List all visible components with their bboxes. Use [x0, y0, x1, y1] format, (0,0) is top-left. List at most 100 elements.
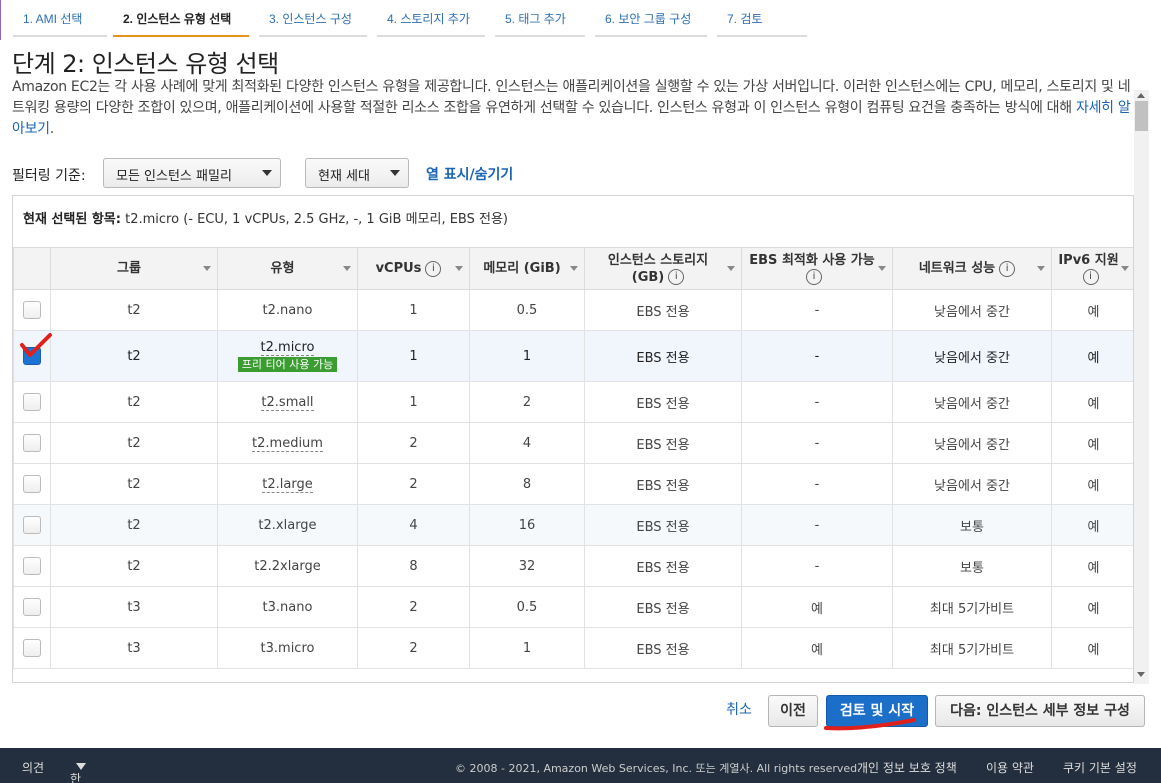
next-configure-button[interactable]: 다음: 인스턴스 세부 정보 구성 — [935, 695, 1145, 727]
cell-vcpus: 8 — [357, 545, 470, 587]
privacy-link[interactable]: 개인 정보 보호 정책 — [857, 759, 957, 776]
cell-ebs: - — [741, 545, 893, 587]
header-ipv6[interactable]: IPv6 지원i — [1051, 247, 1133, 290]
cancel-button[interactable]: 취소 — [718, 695, 760, 727]
cell-type: t2.large — [217, 463, 358, 505]
cell-ipv6-value: 예 — [1087, 601, 1100, 617]
previous-button[interactable]: 이전 — [768, 695, 818, 727]
cell-ebs-value: - — [814, 558, 820, 574]
table-row[interactable]: t3 t3.micro 2 1 EBS 전용 예 최대 5기가비트 예 — [13, 627, 1133, 669]
cell-ipv6: 예 — [1051, 545, 1133, 587]
cell-type: t2.small — [217, 381, 358, 423]
copyright-text: © 2008 - 2021, Amazon Web Services, Inc.… — [455, 762, 861, 775]
row-checkbox-cell[interactable] — [13, 463, 51, 505]
cell-ipv6: 예 — [1051, 330, 1133, 382]
wizard-step-ami[interactable]: 1. AMI 선택 — [13, 11, 107, 37]
wizard-step-configure[interactable]: 3. 인스턴스 구성 — [259, 11, 367, 37]
cell-memory-value: 4 — [522, 435, 532, 451]
cell-ebs-value: 예 — [811, 642, 823, 658]
cell-vcpus-value: 2 — [409, 640, 418, 656]
header-network-label: 네트워크 성능 — [918, 261, 996, 276]
table-row[interactable]: t2 t2.micro 프리 티어 사용 가능 1 1 EBS 전용 - 낮음에서 중간 예 — [13, 330, 1133, 382]
header-storage[interactable]: 인스턴스 스토리지 (GB) i — [584, 247, 742, 290]
table-row[interactable]: t2 t2.small 1 2 EBS 전용 - 낮음에서 중간 예 — [13, 381, 1133, 423]
wizard-step-review[interactable]: 7. 검토 — [717, 11, 807, 37]
header-storage-label: 인스턴스 스토리지 (GB) — [607, 252, 709, 285]
row-checkbox[interactable] — [23, 516, 41, 534]
table-row[interactable]: t2 t2.large 2 8 EBS 전용 - 낮음에서 중간 예 — [13, 463, 1133, 505]
info-icon[interactable]: i — [1082, 269, 1099, 285]
table-row[interactable]: t2 t2.nano 1 0.5 EBS 전용 - 낮음에서 중간 예 — [13, 289, 1133, 331]
cell-storage: EBS 전용 — [584, 289, 742, 331]
scroll-down-icon[interactable] — [1137, 672, 1145, 677]
row-checkbox-cell[interactable] — [13, 586, 51, 628]
row-checkbox[interactable] — [23, 639, 41, 657]
cell-group: t2 — [50, 422, 218, 464]
cell-ebs-value: - — [814, 394, 820, 410]
header-vcpus[interactable]: vCPUs i — [357, 247, 470, 290]
header-select — [13, 247, 51, 290]
header-memory[interactable]: 메모리 (GiB) — [469, 247, 585, 290]
cell-group-value: t3 — [127, 599, 141, 615]
row-checkbox-cell[interactable] — [13, 627, 51, 669]
cell-ebs-value: 예 — [811, 601, 823, 617]
terms-link[interactable]: 이용 약관 — [986, 759, 1034, 776]
cell-ipv6-value: 예 — [1087, 304, 1100, 320]
cell-type: t2.2xlarge — [217, 545, 358, 587]
scroll-up-icon[interactable] — [1137, 93, 1145, 98]
cell-type-value: t2.micro — [260, 340, 315, 356]
cookie-preferences-link[interactable]: 쿠키 기본 설정 — [1063, 759, 1137, 776]
cell-vcpus-value: 1 — [409, 394, 418, 410]
current-selection-value: t2.micro (- ECU, 1 vCPUs, 2.5 GHz, -, 1 … — [125, 212, 508, 227]
row-checkbox[interactable] — [23, 301, 41, 319]
row-checkbox[interactable] — [23, 475, 41, 493]
feedback-link[interactable]: 의견 — [22, 759, 44, 776]
cell-memory-value: 1 — [522, 640, 532, 656]
info-icon[interactable]: i — [425, 260, 442, 277]
scrollbar[interactable] — [1134, 90, 1149, 684]
cell-vcpus-value: 1 — [409, 302, 418, 318]
cell-vcpus-value: 8 — [409, 558, 418, 574]
table-row[interactable]: t2 t2.2xlarge 8 32 EBS 전용 - 보통 예 — [13, 545, 1133, 587]
row-checkbox[interactable] — [23, 393, 41, 411]
cell-storage-value: EBS 전용 — [636, 642, 690, 658]
cell-storage-value: EBS 전용 — [636, 478, 690, 494]
row-checkbox-cell[interactable] — [13, 422, 51, 464]
info-icon[interactable]: i — [806, 269, 822, 285]
row-checkbox-cell[interactable] — [13, 545, 51, 587]
cell-group-value: t2 — [127, 558, 141, 574]
header-network[interactable]: 네트워크 성능 i — [892, 247, 1052, 290]
language-selector[interactable]: 한국어 — [70, 759, 86, 783]
info-icon[interactable]: i — [668, 269, 685, 285]
header-type[interactable]: 유형 — [217, 247, 358, 290]
cell-network-value: 낮음에서 중간 — [934, 396, 1010, 412]
cell-memory: 4 — [469, 422, 585, 464]
generation-select[interactable]: 현재 세대 — [305, 158, 409, 188]
row-checkbox[interactable] — [23, 557, 41, 575]
wizard-step-instance-type[interactable]: 2. 인스턴스 유형 선택 — [113, 11, 249, 37]
wizard-step-security-group[interactable]: 6. 보안 그룹 구성 — [595, 11, 707, 37]
header-group[interactable]: 그룹 — [50, 247, 218, 290]
instance-family-select[interactable]: 모든 인스턴스 패밀리 — [103, 158, 281, 188]
row-checkbox[interactable] — [23, 434, 41, 452]
row-checkbox-cell[interactable] — [13, 504, 51, 546]
table-row[interactable]: t3 t3.nano 2 0.5 EBS 전용 예 최대 5기가비트 예 — [13, 586, 1133, 628]
cell-network-value: 낮음에서 중간 — [934, 478, 1010, 494]
cell-storage: EBS 전용 — [584, 545, 742, 587]
table-row[interactable]: t2 t2.medium 2 4 EBS 전용 - 낮음에서 중간 예 — [13, 422, 1133, 464]
cell-network-value: 보통 — [960, 560, 984, 576]
wizard-step-storage[interactable]: 4. 스토리지 추가 — [377, 11, 485, 37]
cell-ebs-value: - — [814, 348, 820, 364]
sort-icon — [878, 266, 886, 271]
instance-types-table: 그룹 유형 vCPUs i 메모리 (GiB) 인스턴스 스토리지 (GB) i E… — [13, 247, 1133, 669]
sort-icon — [455, 266, 463, 271]
header-ebs[interactable]: EBS 최적화 사용 가능i — [741, 247, 893, 290]
row-checkbox-cell[interactable] — [13, 289, 51, 331]
row-checkbox[interactable] — [23, 598, 41, 616]
info-icon[interactable]: i — [999, 260, 1016, 277]
show-hide-columns-link[interactable]: 열 표시/숨기기 — [426, 164, 513, 184]
scrollbar-thumb[interactable] — [1135, 101, 1148, 131]
wizard-step-tags[interactable]: 5. 태그 추가 — [495, 11, 585, 37]
row-checkbox-cell[interactable] — [13, 381, 51, 423]
table-row[interactable]: t2 t2.xlarge 4 16 EBS 전용 - 보통 예 — [13, 504, 1133, 546]
